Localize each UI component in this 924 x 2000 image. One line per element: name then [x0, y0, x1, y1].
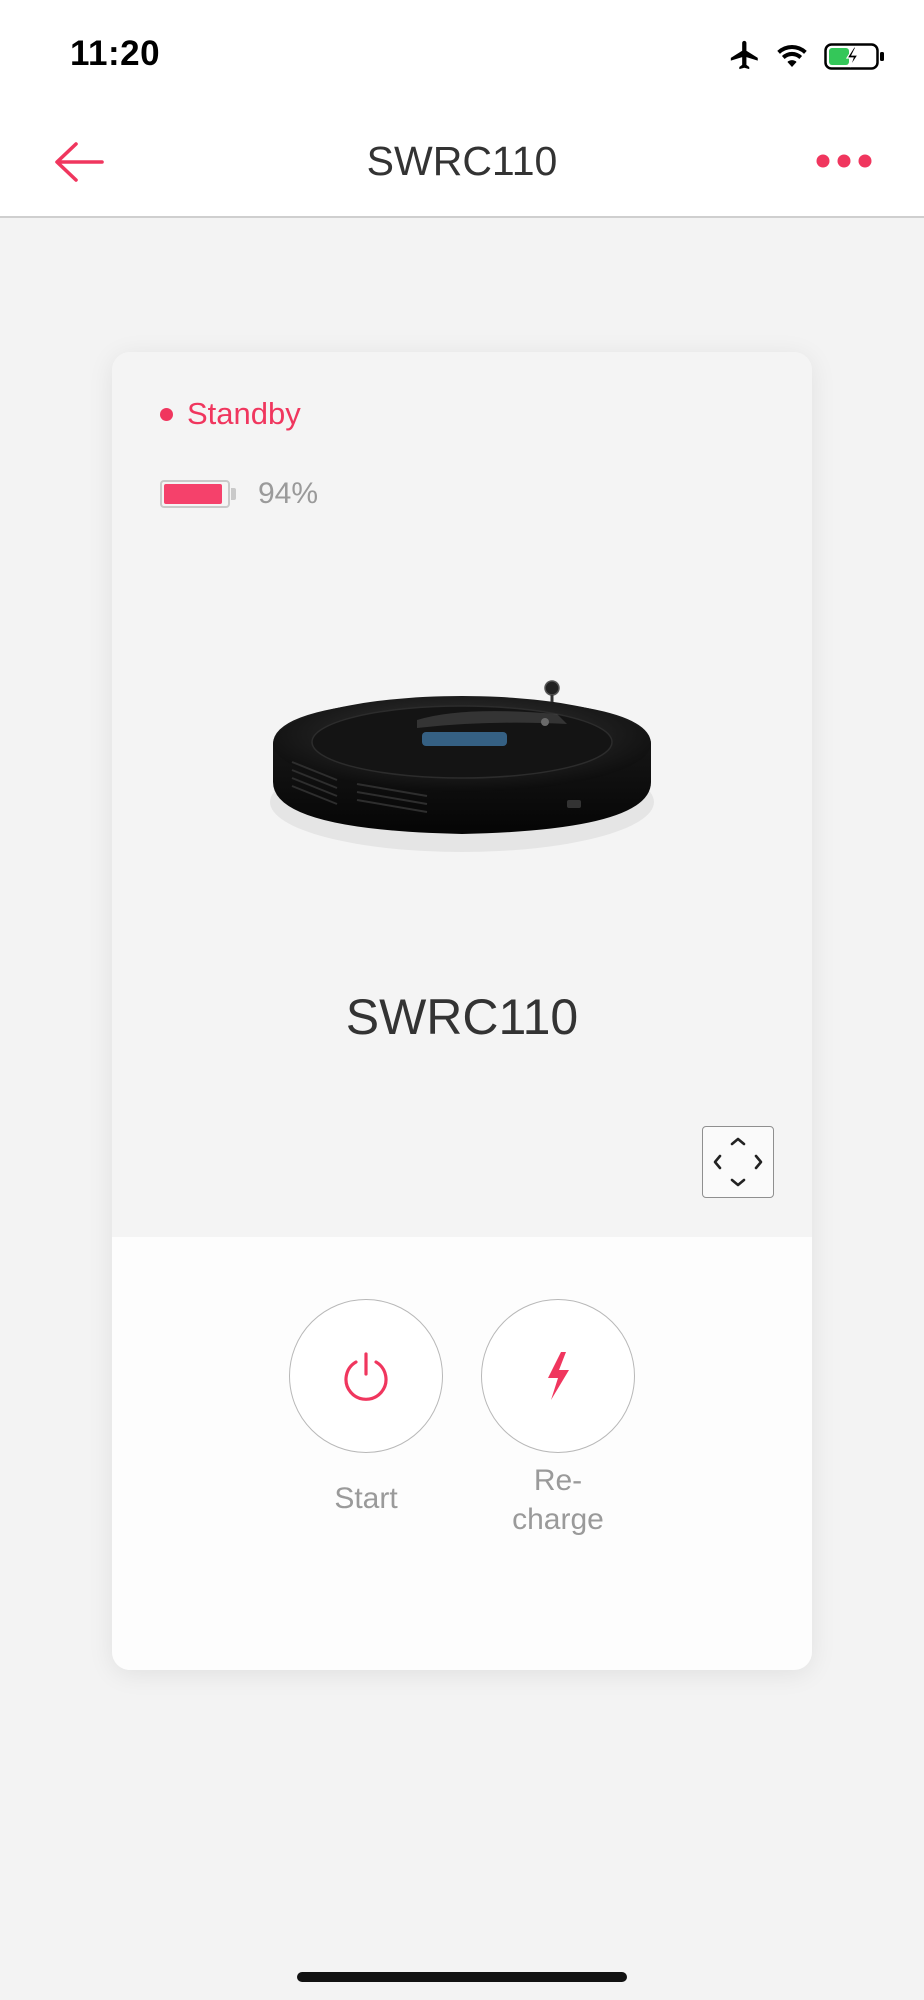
recharge-label-line1: Re-	[533, 1464, 583, 1497]
lightning-icon	[548, 1352, 569, 1400]
power-icon	[344, 1352, 388, 1401]
expand-arrows-icon	[713, 1137, 763, 1187]
start-label: Start	[334, 1482, 398, 1515]
recharge-action: Re- charge	[480, 1299, 636, 1539]
robot-vacuum-image	[270, 680, 654, 852]
page-title: SWRC110	[366, 138, 558, 184]
start-button[interactable]	[289, 1299, 443, 1453]
status-text: Standby	[187, 396, 301, 431]
more-button[interactable]	[816, 148, 872, 174]
battery-indicator: 94%	[160, 474, 318, 514]
start-action: Start	[288, 1299, 444, 1518]
battery-charging-icon	[824, 43, 884, 70]
status-time: 11:20	[70, 34, 161, 73]
airplane-icon	[730, 40, 758, 70]
battery-cap	[231, 488, 236, 500]
recharge-button[interactable]	[481, 1299, 635, 1453]
battery-icon	[160, 480, 230, 508]
device-info-panel: Standby 94% SWRC110	[112, 352, 812, 1237]
recharge-label: Re- charge	[480, 1461, 636, 1539]
home-indicator[interactable]	[297, 1972, 627, 1982]
battery-percentage: 94%	[258, 477, 319, 510]
battery-fill	[164, 484, 223, 504]
device-status: Standby	[160, 394, 301, 434]
fullscreen-button[interactable]	[702, 1126, 774, 1198]
device-name: SWRC110	[345, 989, 579, 1045]
nav-bar: SWRC110	[0, 108, 924, 218]
device-card: Standby 94% SWRC110 Start Re- charge	[112, 352, 812, 1670]
controls-panel: Start Re- charge	[112, 1237, 812, 1670]
more-dots-icon	[816, 154, 872, 168]
status-dot-icon	[160, 407, 173, 421]
wifi-icon	[777, 44, 807, 68]
recharge-label-line2: charge	[512, 1503, 604, 1536]
status-icons	[728, 38, 888, 78]
status-bar: 11:20	[0, 0, 924, 108]
